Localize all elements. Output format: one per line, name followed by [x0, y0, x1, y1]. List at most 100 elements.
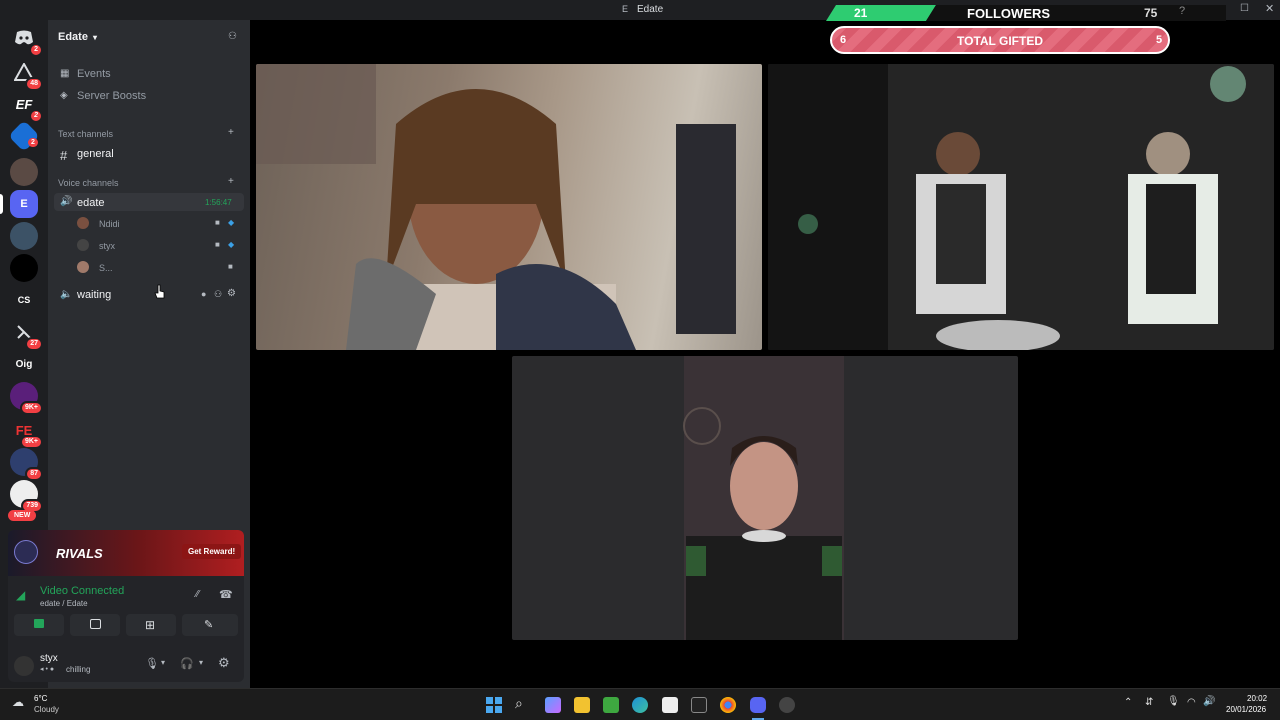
screen-share-button[interactable] [70, 614, 120, 636]
chrome-icon[interactable] [720, 697, 736, 713]
events-item[interactable]: Events [77, 68, 111, 80]
copilot-icon[interactable] [545, 697, 561, 713]
server-badge: 27 [25, 337, 43, 351]
channel-general[interactable]: general [77, 148, 114, 160]
server-cs-icon[interactable]: CS [10, 286, 38, 314]
gifted-label: TOTAL GIFTED [957, 34, 1043, 48]
search-icon[interactable]: ⌕ [515, 695, 523, 712]
soundboard-button[interactable]: ✎ [182, 614, 238, 636]
video-feed [683, 356, 844, 640]
windows-taskbar: ☁ 6°C Cloudy ⌕ ⌃ ⇵ 🎙 ◠ 🔊 20:02 20/01/202… [0, 688, 1280, 720]
server-27-icon[interactable]: 27 [10, 318, 43, 351]
chevron-up-icon[interactable]: ⌃ [1124, 697, 1132, 708]
invite-icon[interactable]: ⚇ [228, 31, 237, 42]
invite-user-icon[interactable]: ⚇ [214, 289, 222, 300]
file-explorer-icon[interactable] [574, 697, 590, 713]
network-icon[interactable]: ⇵ [1145, 697, 1153, 708]
noise-suppression-icon[interactable]: ⁄⁄ [196, 589, 199, 600]
disconnect-icon[interactable]: ☎ [219, 588, 233, 601]
gear-icon[interactable]: ⚙ [227, 288, 236, 299]
server-ef-icon[interactable]: EF 2 [10, 90, 43, 123]
get-reward-button[interactable]: Get Reward! [182, 544, 242, 559]
total-gifted-bar: 6 TOTAL GIFTED 5 [830, 26, 1170, 54]
voice-channels-category[interactable]: Voice channels [58, 178, 119, 188]
server-badge: 2 [29, 109, 43, 123]
window-title: Edate [637, 4, 664, 15]
server-oig-icon[interactable]: Oig [10, 350, 38, 378]
server-badge: 9K+ [19, 435, 43, 449]
server-photo2-icon[interactable] [10, 222, 38, 250]
server-fe-icon[interactable]: FE 9K+ [10, 416, 43, 449]
hash-icon: # [60, 148, 68, 163]
server-badge: 87 [25, 467, 43, 481]
avatar [77, 261, 89, 273]
app-icon[interactable] [779, 697, 795, 713]
microphone-icon[interactable]: 🎙 [145, 657, 159, 670]
discord-taskbar-icon[interactable] [750, 697, 766, 713]
chevron-down-icon[interactable]: ▾ [199, 658, 203, 667]
windows-start-icon[interactable] [486, 697, 502, 713]
video-icon: ■ [228, 262, 233, 271]
server-a-icon[interactable]: 48 [10, 58, 43, 91]
tiktok-icon[interactable] [691, 697, 707, 713]
server-photo1-icon[interactable] [10, 158, 38, 186]
headphones-icon[interactable]: 🎧 [180, 657, 194, 670]
server-label: E [20, 198, 28, 210]
server-badge: 2 [29, 43, 43, 57]
camera-icon [34, 619, 44, 628]
user-name[interactable]: styx [40, 653, 58, 664]
weather-condition[interactable]: Cloudy [34, 705, 59, 714]
discord-home-icon[interactable]: 2 [10, 24, 43, 57]
video-tile-ndidi[interactable] [256, 64, 762, 350]
microphone-icon[interactable]: 🎙 [1167, 696, 1180, 707]
voice-user-s[interactable]: S... [99, 263, 113, 273]
minecraft-icon[interactable] [603, 697, 619, 713]
server-739-icon[interactable]: 739 [10, 480, 43, 513]
voice-channel-waiting[interactable]: waiting [77, 289, 111, 301]
add-text-channel-icon[interactable]: + [228, 127, 234, 138]
avatar [77, 239, 89, 251]
server-blue-icon[interactable] [8, 120, 40, 152]
clock-time[interactable]: 20:02 [1247, 694, 1267, 703]
avatar[interactable] [14, 656, 34, 676]
video-icon: ■ [215, 218, 220, 227]
clock-date[interactable]: 20/01/2026 [1226, 705, 1266, 714]
camera-button[interactable] [14, 614, 64, 636]
calendar-icon: ▦ [60, 68, 70, 79]
settings-gear-icon[interactable]: ⚙ [218, 655, 230, 671]
text-channels-category[interactable]: Text channels [58, 129, 113, 139]
selected-indicator [0, 194, 3, 214]
activities-button[interactable]: ⊞ [126, 614, 176, 636]
screen-share-icon [90, 619, 101, 629]
server-edate-icon[interactable]: E [0, 190, 38, 218]
server-boosts-item[interactable]: Server Boosts [77, 90, 146, 102]
new-badge: NEW [8, 510, 37, 521]
promo-brand: RIVALS [56, 546, 103, 561]
server-header[interactable]: Edate ▾ [58, 31, 97, 43]
add-voice-channel-icon[interactable]: + [228, 176, 234, 187]
store-icon[interactable] [662, 697, 678, 713]
voice-user-ndidi[interactable]: Ndidi [99, 219, 120, 229]
voice-status-text[interactable]: Video Connected [40, 585, 124, 597]
maximize-icon[interactable]: ☐ [1240, 3, 1249, 14]
boost-icon: ◈ [60, 90, 68, 101]
server-dark-icon[interactable] [10, 254, 38, 282]
voice-location[interactable]: edate / Edate [40, 599, 88, 608]
server-87-icon[interactable]: 87 [10, 448, 43, 481]
chat-icon[interactable]: ● [201, 289, 206, 299]
voice-user-styx[interactable]: styx [99, 241, 115, 251]
wifi-icon[interactable]: ◠ [1187, 697, 1196, 708]
help-icon[interactable]: ? [1179, 5, 1185, 17]
edge-icon[interactable] [632, 697, 648, 713]
weather-temp[interactable]: 6°C [34, 694, 47, 703]
followers-label: FOLLOWERS [967, 6, 1051, 21]
gifted-right-count: 5 [1156, 34, 1163, 46]
video-tile-styx[interactable] [512, 356, 1018, 640]
video-tile-group[interactable] [768, 64, 1274, 350]
chevron-down-icon[interactable]: ▾ [161, 658, 165, 667]
promo-banner: RIVALS Get Reward! [8, 530, 244, 576]
volume-icon[interactable]: 🔊 [1203, 696, 1215, 707]
video-feed [768, 64, 1274, 350]
close-icon[interactable]: ✕ [1265, 2, 1274, 15]
server-purple-icon[interactable]: 9K+ [10, 382, 43, 415]
